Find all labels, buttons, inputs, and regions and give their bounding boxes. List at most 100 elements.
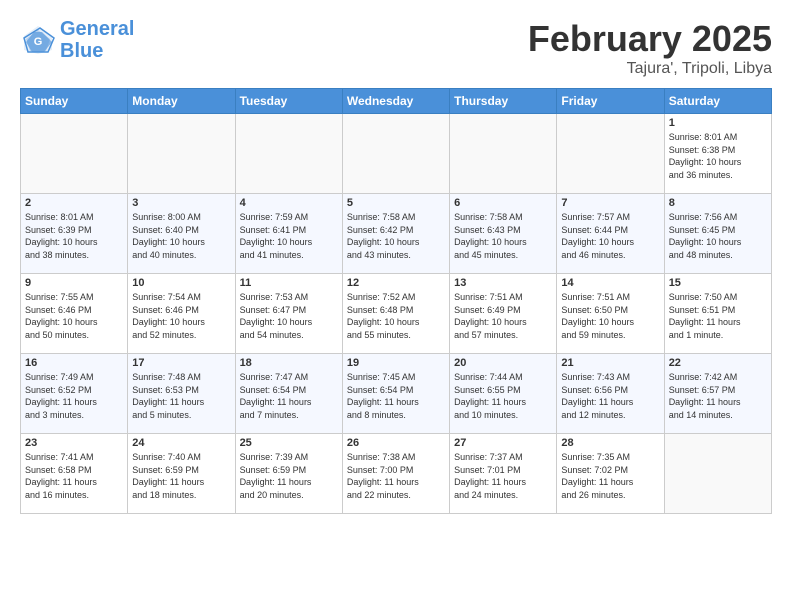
day-info: Sunrise: 7:51 AMSunset: 6:50 PMDaylight:…	[561, 291, 659, 341]
calendar-cell	[450, 114, 557, 194]
day-info: Sunrise: 7:49 AMSunset: 6:52 PMDaylight:…	[25, 371, 123, 421]
header-row: SundayMondayTuesdayWednesdayThursdayFrid…	[21, 89, 772, 114]
calendar-cell: 24 Sunrise: 7:40 AMSunset: 6:59 PMDayligh…	[128, 434, 235, 514]
day-info: Sunrise: 7:53 AMSunset: 6:47 PMDaylight:…	[240, 291, 338, 341]
day-number: 17	[132, 357, 230, 369]
day-info: Sunrise: 7:37 AMSunset: 7:01 PMDaylight:…	[454, 451, 552, 501]
calendar-week-0: 1 Sunrise: 8:01 AMSunset: 6:38 PMDaylight…	[21, 114, 772, 194]
calendar-subtitle: Tajura', Tripoli, Libya	[528, 60, 772, 78]
calendar-cell: 12 Sunrise: 7:52 AMSunset: 6:48 PMDayligh…	[342, 274, 449, 354]
calendar-cell	[557, 114, 664, 194]
calendar-cell: 14 Sunrise: 7:51 AMSunset: 6:50 PMDayligh…	[557, 274, 664, 354]
day-number: 6	[454, 197, 552, 209]
weekday-header-tuesday: Tuesday	[235, 89, 342, 114]
calendar-week-2: 9Sunrise: 7:55 AMSunset: 6:46 PMDaylight…	[21, 274, 772, 354]
calendar-cell	[21, 114, 128, 194]
day-info: Sunrise: 7:50 AMSunset: 6:51 PMDaylight:…	[669, 291, 767, 341]
day-number: 4	[240, 197, 338, 209]
weekday-header-wednesday: Wednesday	[342, 89, 449, 114]
calendar-cell: 16 Sunrise: 7:49 AMSunset: 6:52 PMDayligh…	[21, 354, 128, 434]
calendar-cell: 9Sunrise: 7:55 AMSunset: 6:46 PMDaylight…	[21, 274, 128, 354]
day-info: Sunrise: 7:48 AMSunset: 6:53 PMDaylight:…	[132, 371, 230, 421]
calendar-cell: 25 Sunrise: 7:39 AMSunset: 6:59 PMDayligh…	[235, 434, 342, 514]
day-number: 20	[454, 357, 552, 369]
day-number: 23	[25, 437, 123, 449]
calendar-table: SundayMondayTuesdayWednesdayThursdayFrid…	[20, 88, 772, 514]
day-info: Sunrise: 7:54 AMSunset: 6:46 PMDaylight:…	[132, 291, 230, 341]
day-info: Sunrise: 7:43 AMSunset: 6:56 PMDaylight:…	[561, 371, 659, 421]
day-info: Sunrise: 7:52 AMSunset: 6:48 PMDaylight:…	[347, 291, 445, 341]
calendar-cell: 19 Sunrise: 7:45 AMSunset: 6:54 PMDayligh…	[342, 354, 449, 434]
title-block: February 2025 Tajura', Tripoli, Libya	[528, 18, 772, 78]
calendar-week-3: 16 Sunrise: 7:49 AMSunset: 6:52 PMDayligh…	[21, 354, 772, 434]
day-info: Sunrise: 7:58 AMSunset: 6:42 PMDaylight:…	[347, 211, 445, 261]
day-info: Sunrise: 7:35 AMSunset: 7:02 PMDaylight:…	[561, 451, 659, 501]
day-info: Sunrise: 8:00 AMSunset: 6:40 PMDaylight:…	[132, 211, 230, 261]
day-info: Sunrise: 7:47 AMSunset: 6:54 PMDaylight:…	[240, 371, 338, 421]
logo: G General Blue	[20, 18, 134, 62]
calendar-cell: 7 Sunrise: 7:57 AMSunset: 6:44 PMDaylight…	[557, 194, 664, 274]
day-number: 8	[669, 197, 767, 209]
day-number: 10	[132, 277, 230, 289]
day-number: 21	[561, 357, 659, 369]
calendar-week-1: 2 Sunrise: 8:01 AMSunset: 6:39 PMDaylight…	[21, 194, 772, 274]
day-info: Sunrise: 7:39 AMSunset: 6:59 PMDaylight:…	[240, 451, 338, 501]
day-number: 22	[669, 357, 767, 369]
day-number: 7	[561, 197, 659, 209]
day-number: 27	[454, 437, 552, 449]
calendar-cell: 4 Sunrise: 7:59 AMSunset: 6:41 PMDaylight…	[235, 194, 342, 274]
calendar-cell	[235, 114, 342, 194]
calendar-week-4: 23 Sunrise: 7:41 AMSunset: 6:58 PMDayligh…	[21, 434, 772, 514]
day-number: 3	[132, 197, 230, 209]
calendar-cell: 18Sunrise: 7:47 AMSunset: 6:54 PMDayligh…	[235, 354, 342, 434]
day-info: Sunrise: 8:01 AMSunset: 6:38 PMDaylight:…	[669, 131, 767, 181]
day-number: 19	[347, 357, 445, 369]
header: G General Blue February 2025 Tajura', Tr…	[20, 18, 772, 78]
day-number: 14	[561, 277, 659, 289]
day-info: Sunrise: 7:44 AMSunset: 6:55 PMDaylight:…	[454, 371, 552, 421]
day-number: 24	[132, 437, 230, 449]
calendar-cell: 17 Sunrise: 7:48 AMSunset: 6:53 PMDayligh…	[128, 354, 235, 434]
day-info: Sunrise: 7:59 AMSunset: 6:41 PMDaylight:…	[240, 211, 338, 261]
calendar-cell: 15Sunrise: 7:50 AMSunset: 6:51 PMDayligh…	[664, 274, 771, 354]
day-info: Sunrise: 7:42 AMSunset: 6:57 PMDaylight:…	[669, 371, 767, 421]
calendar-cell: 21 Sunrise: 7:43 AMSunset: 6:56 PMDayligh…	[557, 354, 664, 434]
day-number: 12	[347, 277, 445, 289]
calendar-cell: 13Sunrise: 7:51 AMSunset: 6:49 PMDayligh…	[450, 274, 557, 354]
logo-line1: General	[60, 18, 134, 40]
day-info: Sunrise: 7:57 AMSunset: 6:44 PMDaylight:…	[561, 211, 659, 261]
calendar-cell: 10 Sunrise: 7:54 AMSunset: 6:46 PMDayligh…	[128, 274, 235, 354]
weekday-header-saturday: Saturday	[664, 89, 771, 114]
day-info: Sunrise: 8:01 AMSunset: 6:39 PMDaylight:…	[25, 211, 123, 261]
day-number: 9	[25, 277, 123, 289]
day-number: 16	[25, 357, 123, 369]
day-info: Sunrise: 7:45 AMSunset: 6:54 PMDaylight:…	[347, 371, 445, 421]
calendar-header: SundayMondayTuesdayWednesdayThursdayFrid…	[21, 89, 772, 114]
weekday-header-sunday: Sunday	[21, 89, 128, 114]
calendar-cell: 26 Sunrise: 7:38 AMSunset: 7:00 PMDayligh…	[342, 434, 449, 514]
day-info: Sunrise: 7:40 AMSunset: 6:59 PMDaylight:…	[132, 451, 230, 501]
day-info: Sunrise: 7:38 AMSunset: 7:00 PMDaylight:…	[347, 451, 445, 501]
day-number: 2	[25, 197, 123, 209]
calendar-cell: 27 Sunrise: 7:37 AMSunset: 7:01 PMDayligh…	[450, 434, 557, 514]
calendar-cell: 1 Sunrise: 8:01 AMSunset: 6:38 PMDaylight…	[664, 114, 771, 194]
calendar-cell: 3 Sunrise: 8:00 AMSunset: 6:40 PMDaylight…	[128, 194, 235, 274]
day-info: Sunrise: 7:41 AMSunset: 6:58 PMDaylight:…	[25, 451, 123, 501]
weekday-header-friday: Friday	[557, 89, 664, 114]
logo-text: General Blue	[60, 18, 134, 62]
day-number: 25	[240, 437, 338, 449]
day-number: 26	[347, 437, 445, 449]
svg-text:G: G	[34, 36, 43, 48]
day-number: 5	[347, 197, 445, 209]
calendar-cell: 23 Sunrise: 7:41 AMSunset: 6:58 PMDayligh…	[21, 434, 128, 514]
logo-line2: Blue	[60, 40, 103, 62]
day-number: 11	[240, 277, 338, 289]
calendar-cell	[128, 114, 235, 194]
logo-icon: G	[20, 22, 56, 58]
calendar-cell	[664, 434, 771, 514]
calendar-body: 1 Sunrise: 8:01 AMSunset: 6:38 PMDaylight…	[21, 114, 772, 514]
calendar-cell: 22 Sunrise: 7:42 AMSunset: 6:57 PMDayligh…	[664, 354, 771, 434]
calendar-cell: 8Sunrise: 7:56 AMSunset: 6:45 PMDaylight…	[664, 194, 771, 274]
calendar-cell: 11 Sunrise: 7:53 AMSunset: 6:47 PMDayligh…	[235, 274, 342, 354]
day-number: 1	[669, 117, 767, 129]
